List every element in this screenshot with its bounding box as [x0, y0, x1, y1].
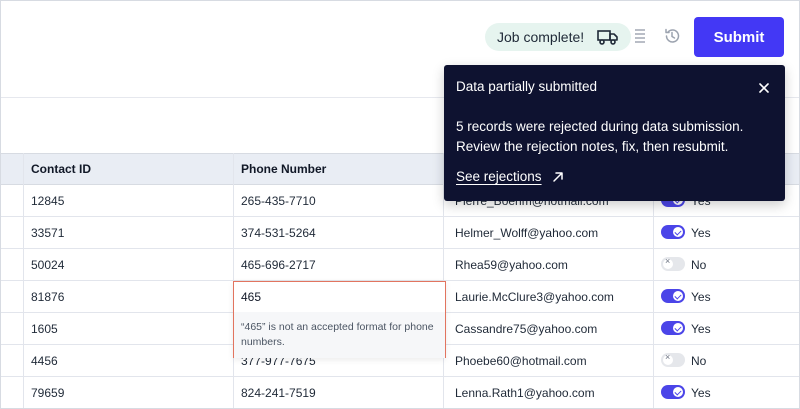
consent-toggle[interactable]	[661, 352, 685, 367]
arrow-up-right-icon	[552, 171, 563, 182]
contact-id-cell[interactable]: 50024	[23, 249, 64, 280]
table-row[interactable]: 79659 824-241-7519 Lenna.Rath1@yahoo.com…	[1, 377, 799, 408]
consent-toggle[interactable]	[661, 385, 685, 399]
consent-label: Yes	[691, 289, 711, 304]
contact-id-cell[interactable]: 81876	[23, 281, 64, 312]
table-row[interactable]: 33571 374-531-5264 Helmer_Wolff@yahoo.co…	[1, 217, 799, 249]
consent-toggle[interactable]	[661, 225, 685, 239]
list-icon[interactable]	[631, 27, 649, 45]
contact-id-cell[interactable]: 1605	[23, 313, 58, 344]
email-cell[interactable]: Helmer_Wolff@yahoo.com	[447, 217, 598, 248]
email-cell[interactable]: Rhea59@yahoo.com	[447, 249, 568, 280]
column-divider	[23, 153, 24, 408]
consent-label: No	[691, 353, 707, 368]
job-status-badge: Job complete!	[485, 23, 631, 51]
toast-title: Data partially submitted	[456, 79, 598, 94]
see-rejections-label[interactable]: See rejections	[456, 169, 542, 184]
phone-cell[interactable]: 824-241-7519	[233, 377, 316, 408]
app-frame: Job complete! Submit Contact ID Phone Nu…	[0, 0, 800, 409]
phone-edit-input[interactable]: 465	[234, 282, 445, 312]
consent-toggle[interactable]	[661, 256, 685, 271]
email-cell[interactable]: Laurie.McClure3@yahoo.com	[447, 281, 614, 312]
phone-validation-popover: 465 “465” is not an accepted format for …	[233, 281, 446, 358]
consent-label: Yes	[691, 385, 711, 400]
consent-label: Yes	[691, 321, 711, 336]
job-status-label: Job complete!	[497, 29, 585, 45]
phone-cell[interactable]: 465-696-2717	[233, 249, 316, 280]
consent-toggle[interactable]	[661, 289, 685, 303]
contact-id-cell[interactable]: 33571	[23, 217, 64, 248]
phone-cell[interactable]: 265-435-7710	[233, 185, 316, 216]
consent-label: No	[691, 257, 707, 272]
toast-message: 5 records were rejected during data subm…	[456, 119, 744, 154]
submission-toast: Data partially submitted 5 records were …	[444, 65, 785, 201]
truck-icon	[597, 30, 618, 45]
submit-button[interactable]: Submit	[694, 17, 784, 57]
history-icon[interactable]	[663, 27, 681, 45]
contact-id-cell[interactable]: 12845	[23, 185, 64, 216]
table-row[interactable]: 50024 465-696-2717 Rhea59@yahoo.com No	[1, 249, 799, 281]
consent-label: Yes	[691, 225, 711, 240]
validation-error-message: “465” is not an accepted format for phon…	[234, 312, 445, 358]
phone-cell[interactable]: 374-531-5264	[233, 217, 316, 248]
contact-id-cell[interactable]: 4456	[23, 345, 58, 376]
column-header-phone-number[interactable]: Phone Number	[233, 154, 326, 184]
email-cell[interactable]: Cassandre75@yahoo.com	[447, 313, 597, 344]
email-cell[interactable]: Phoebe60@hotmail.com	[447, 345, 587, 376]
email-cell[interactable]: Lenna.Rath1@yahoo.com	[447, 377, 595, 408]
see-rejections-link[interactable]: See rejections	[456, 169, 564, 184]
column-header-contact-id[interactable]: Contact ID	[23, 154, 91, 184]
contact-id-cell[interactable]: 79659	[23, 377, 64, 408]
consent-toggle[interactable]	[661, 321, 685, 335]
close-icon[interactable]	[756, 80, 772, 96]
